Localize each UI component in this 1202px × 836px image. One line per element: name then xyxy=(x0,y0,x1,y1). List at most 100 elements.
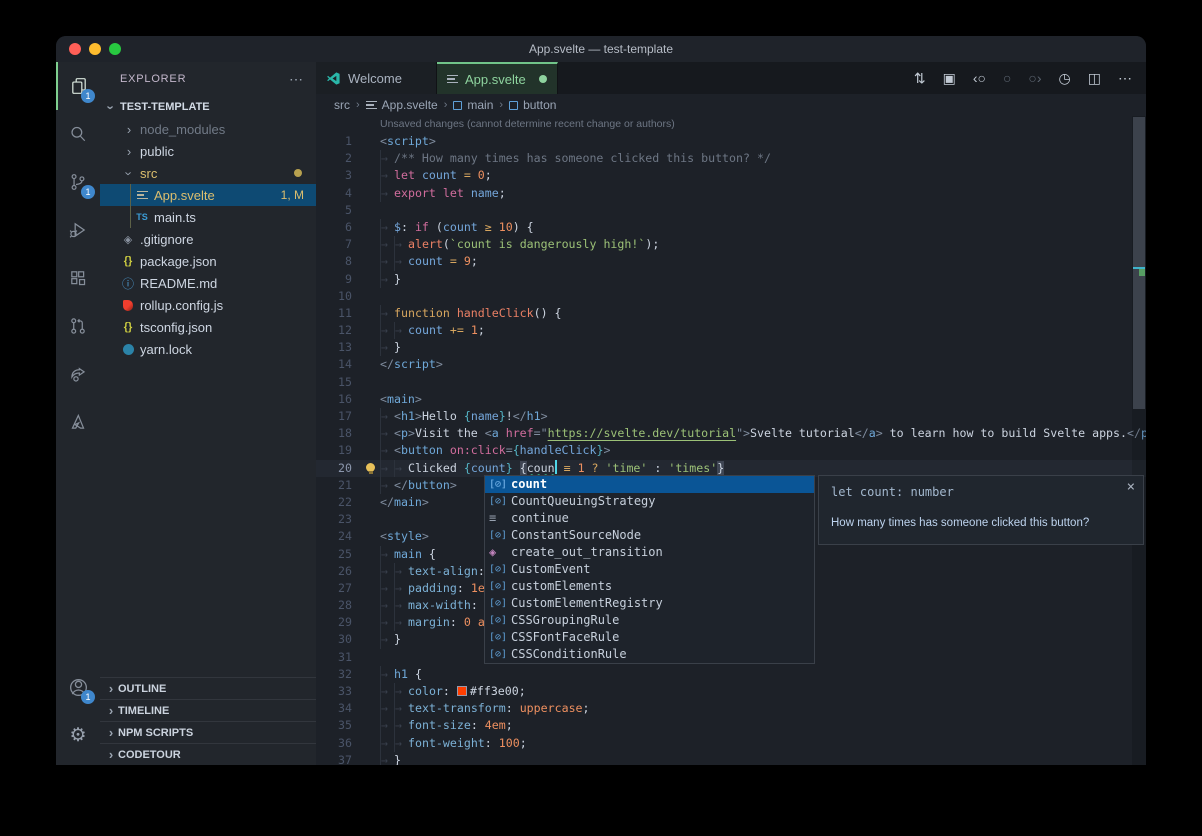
breadcrumb-item-app-svelte[interactable]: App.svelte xyxy=(366,98,438,112)
code-line-9[interactable]: 9→} xyxy=(316,271,1146,288)
code-line-12[interactable]: 12→→count += 1; xyxy=(316,322,1146,339)
explorer-more-actions-icon[interactable]: ⋯ xyxy=(289,71,304,88)
file-label: src xyxy=(140,166,157,181)
search-icon[interactable] xyxy=(56,110,100,158)
next-change-icon[interactable]: ○› xyxy=(1028,70,1041,86)
accounts-icon[interactable]: 1 xyxy=(56,663,100,711)
code-line-7[interactable]: 7→→alert(`count is dangerously high!`); xyxy=(316,236,1146,253)
code-line-34[interactable]: 34→→text-transform: uppercase; xyxy=(316,700,1146,717)
code-editor[interactable]: Unsaved changes (cannot determine recent… xyxy=(316,116,1146,765)
previous-change-icon[interactable]: ‹○ xyxy=(973,70,986,86)
code-line-37[interactable]: 37→} xyxy=(316,752,1146,765)
file-app-svelte[interactable]: App.svelte1, M xyxy=(100,184,316,206)
compare-changes-icon[interactable]: ⇅ xyxy=(914,70,926,87)
file-readme-md[interactable]: ⓘREADME.md xyxy=(100,272,316,294)
suggest-item-create_out_transition[interactable]: ◈create_out_transition xyxy=(485,544,814,561)
code-line-14[interactable]: 14</script> xyxy=(316,356,1146,373)
breadcrumb-item-src[interactable]: src xyxy=(334,98,350,112)
file-main-ts[interactable]: TSmain.ts xyxy=(100,206,316,228)
tab-welcome[interactable]: Welcome xyxy=(316,62,437,94)
code-line-15[interactable]: 15 xyxy=(316,374,1146,391)
code-line-18[interactable]: 18→<p>Visit the <a href="https://svelte.… xyxy=(316,425,1146,442)
suggest-item-count[interactable]: [⊘]count xyxy=(485,476,814,493)
explorer-icon[interactable]: 1 xyxy=(56,62,100,110)
code-line-36[interactable]: 36→→font-weight: 100; xyxy=(316,735,1146,752)
code-line-6[interactable]: 6→$: if (count ≥ 10) { xyxy=(316,219,1146,236)
suggest-item-cssgroupingrule[interactable]: [⊘]CSSGroupingRule xyxy=(485,612,814,629)
timeline-icon[interactable]: ◷ xyxy=(1059,70,1071,87)
code-line-33[interactable]: 33→→color: #ff3e00; xyxy=(316,683,1146,700)
zoom-window-button[interactable] xyxy=(109,43,121,55)
code-line-19[interactable]: 19→<button on:click={handleClick}> xyxy=(316,442,1146,459)
file-rollup-config-js[interactable]: rollup.config.js xyxy=(100,294,316,316)
panel-outline[interactable]: ›OUTLINE xyxy=(100,677,316,699)
code-line-17[interactable]: 17→<h1>Hello {name}!</h1> xyxy=(316,408,1146,425)
code-line-10[interactable]: 10 xyxy=(316,288,1146,305)
code-text: →<h1>Hello {name}!</h1> xyxy=(352,408,548,425)
minimize-window-button[interactable] xyxy=(89,43,101,55)
live-share-icon[interactable] xyxy=(56,350,100,398)
code-text: </main> xyxy=(352,494,429,511)
azure-icon[interactable] xyxy=(56,398,100,446)
code-line-5[interactable]: 5 xyxy=(316,202,1146,219)
folder-public[interactable]: ›public xyxy=(100,140,316,162)
close-icon[interactable]: × xyxy=(1127,479,1135,496)
editor-actions: ⇅ ▣ ‹○ ○ ○› ◷ ◫ ⋯ xyxy=(914,62,1146,94)
file-package-json[interactable]: {}package.json xyxy=(100,250,316,272)
file-yarn-lock[interactable]: yarn.lock xyxy=(100,338,316,360)
run-debug-icon[interactable] xyxy=(56,206,100,254)
close-window-button[interactable] xyxy=(69,43,81,55)
panel-npm-scripts[interactable]: ›NPM SCRIPTS xyxy=(100,721,316,743)
split-editor-icon[interactable]: ◫ xyxy=(1088,70,1101,87)
folder-src[interactable]: ›src xyxy=(100,162,316,184)
lightbulb-icon[interactable] xyxy=(366,463,375,472)
codelens-unsaved-changes[interactable]: Unsaved changes (cannot determine recent… xyxy=(316,116,1146,133)
code-line-13[interactable]: 13→} xyxy=(316,339,1146,356)
code-line-3[interactable]: 3→let count = 0; xyxy=(316,167,1146,184)
workspace-section-header[interactable]: › TEST-TEMPLATE xyxy=(100,96,316,118)
panel-codetour[interactable]: ›CODETOUR xyxy=(100,743,316,765)
more-actions-icon[interactable]: ⋯ xyxy=(1118,70,1132,87)
code-text xyxy=(352,511,380,528)
settings-icon[interactable]: ⚙ xyxy=(56,711,100,759)
line-number: 10 xyxy=(316,288,352,305)
extensions-icon[interactable] xyxy=(56,254,100,302)
code-line-16[interactable]: 16<main> xyxy=(316,391,1146,408)
code-line-35[interactable]: 35→→font-size: 4em; xyxy=(316,717,1146,734)
code-line-1[interactable]: 1<script> xyxy=(316,133,1146,150)
source-control-icon[interactable]: 1 xyxy=(56,158,100,206)
suggest-item-customelements[interactable]: [⊘]customElements xyxy=(485,578,814,595)
file-label: yarn.lock xyxy=(140,342,192,357)
scrollbar-thumb[interactable] xyxy=(1133,117,1145,409)
suggest-item-continue[interactable]: ≡continue xyxy=(485,510,814,527)
unsaved-dot-icon[interactable] xyxy=(539,75,547,83)
module-symbol-icon: ◈ xyxy=(489,544,511,561)
panel-timeline[interactable]: ›TIMELINE xyxy=(100,699,316,721)
suggest-item-customelementregistry[interactable]: [⊘]CustomElementRegistry xyxy=(485,595,814,612)
file--gitignore[interactable]: ◈.gitignore xyxy=(100,228,316,250)
tab-app-svelte[interactable]: App.svelte xyxy=(437,62,558,94)
file-tsconfig-json[interactable]: {}tsconfig.json xyxy=(100,316,316,338)
breadcrumb-item-main[interactable]: main xyxy=(453,98,493,112)
pull-requests-icon[interactable] xyxy=(56,302,100,350)
breadcrumb-item-button[interactable]: button xyxy=(509,98,556,112)
code-line-4[interactable]: 4→export let name; xyxy=(316,185,1146,202)
code-line-32[interactable]: 32→h1 { xyxy=(316,666,1146,683)
suggest-item-cssfontfacerule[interactable]: [⊘]CSSFontFaceRule xyxy=(485,629,814,646)
line-number: 26 xyxy=(316,563,352,580)
suggest-item-constantsourcenode[interactable]: [⊘]ConstantSourceNode xyxy=(485,527,814,544)
window-title: App.svelte — test-template xyxy=(56,42,1146,56)
suggest-item-countqueuingstrategy[interactable]: [⊘]CountQueuingStrategy xyxy=(485,493,814,510)
current-change-icon[interactable]: ○ xyxy=(1003,70,1011,86)
code-line-11[interactable]: 11→function handleClick() { xyxy=(316,305,1146,322)
code-line-8[interactable]: 8→→count = 9; xyxy=(316,253,1146,270)
suggest-item-cssconditionrule[interactable]: [⊘]CSSConditionRule xyxy=(485,646,814,663)
problems-modified-badge: 1, M xyxy=(281,188,304,202)
code-text: →→count = 9; xyxy=(352,253,478,270)
folder-node-modules[interactable]: ›node_modules xyxy=(100,118,316,140)
code-line-2[interactable]: 2→/** How many times has someone clicked… xyxy=(316,150,1146,167)
file-label: package.json xyxy=(140,254,217,269)
code-text: →} xyxy=(352,752,401,765)
suggest-item-customevent[interactable]: [⊘]CustomEvent xyxy=(485,561,814,578)
open-changes-icon[interactable]: ▣ xyxy=(943,70,956,87)
